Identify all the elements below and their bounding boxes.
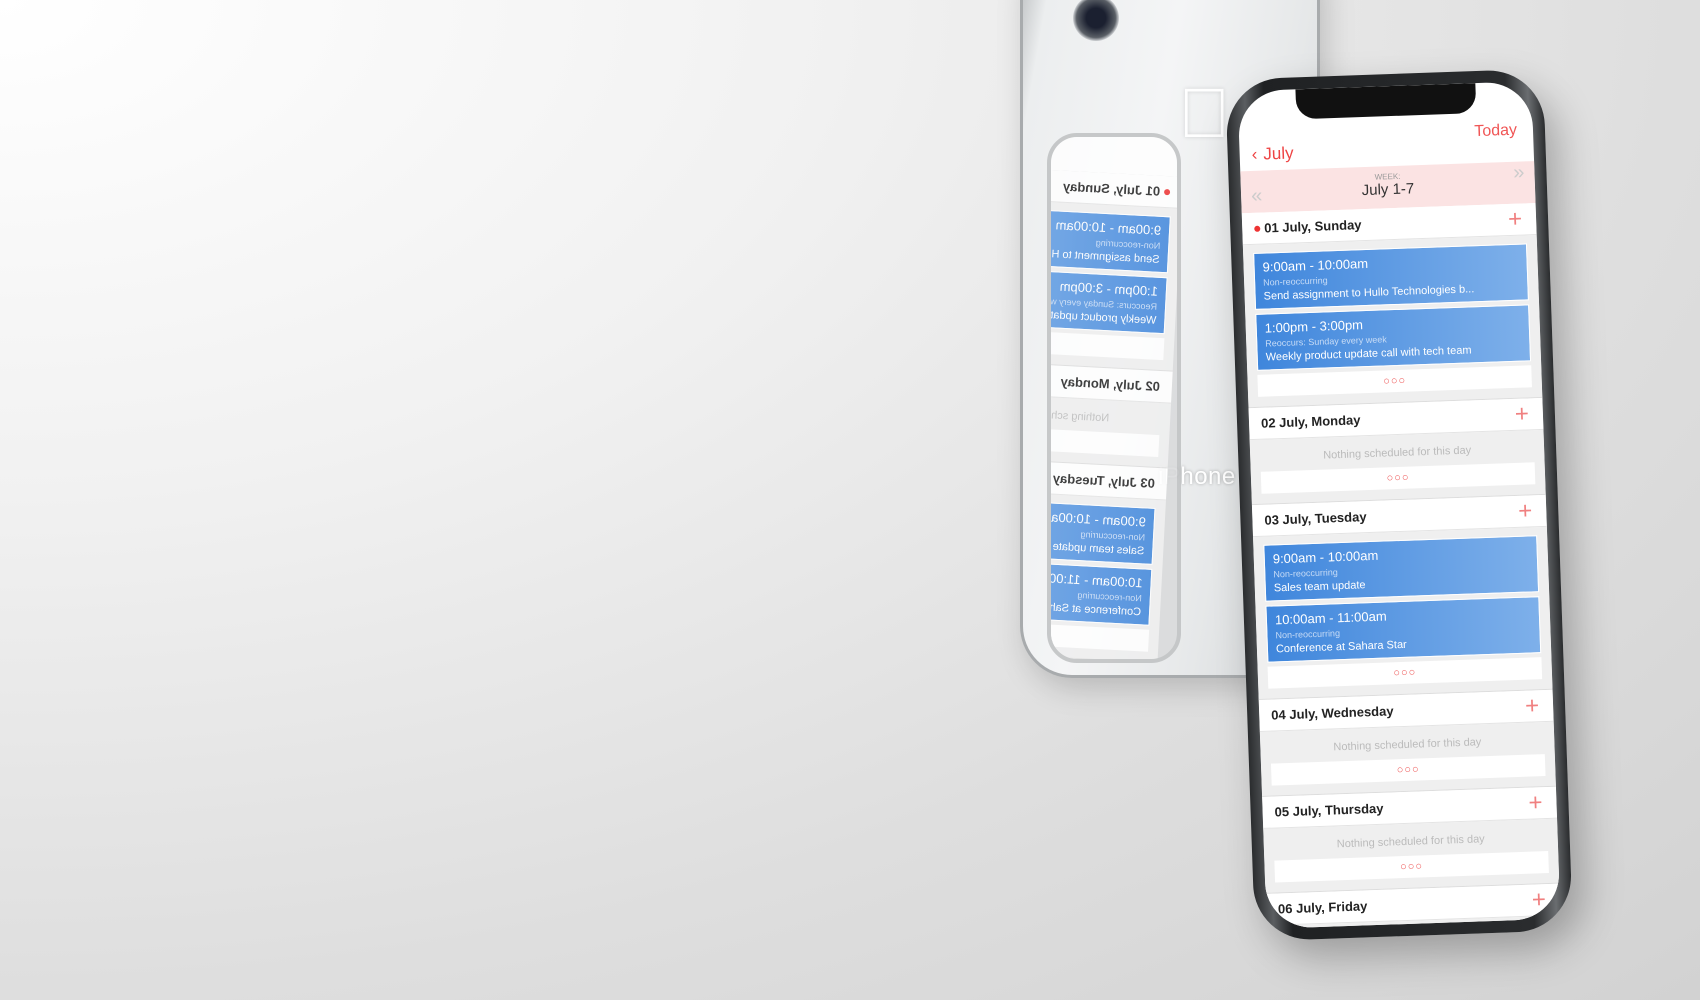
next-week-icon[interactable]: »: [1513, 161, 1525, 184]
empty-day-message: Nothing scheduled for this day: [1277, 924, 1552, 929]
day-title: 05 July, Thursday: [1274, 800, 1384, 820]
today-button[interactable]: Today: [1474, 122, 1517, 141]
day-body: Nothing scheduled for this day○○○: [1249, 429, 1546, 506]
previous-week-icon[interactable]: «: [1251, 185, 1263, 208]
event-card[interactable]: 1:00pm - 3:00pm Reoccurs: Sunday every we…: [1255, 304, 1532, 371]
screen-reflection: 01 July, Sunday+9:00am - 10:00amNon-reoc…: [1047, 133, 1181, 663]
calendar-screen: ‹ July Today « WEEK: July 1-7 » 01 July, …: [1237, 81, 1561, 929]
event-card[interactable]: 10:00am - 11:00am Non-reoccurring Conferen…: [1047, 555, 1153, 626]
event-time: 9:00am - 10:00am: [1047, 508, 1147, 530]
day-title: 06 July, Friday: [1277, 898, 1368, 917]
day-body: Nothing scheduled for this day○○○: [1259, 721, 1556, 797]
day-title: 01 July, Sunday: [1263, 217, 1362, 236]
event-time: 10:00am - 11:00am: [1047, 569, 1143, 591]
day-body: 9:00am - 10:00am Non-reoccurring Sales tea…: [1047, 486, 1166, 659]
event-card[interactable]: 9:00am - 10:00am Non-reoccurring Send assi…: [1051, 203, 1171, 274]
back-label: July: [1263, 143, 1294, 164]
event-time: 1:00pm - 3:00pm: [1059, 278, 1159, 299]
add-event-button[interactable]: +: [1525, 692, 1540, 720]
day-list: 01 July, Sunday +9:00am - 10:00am Non-reoc…: [1241, 203, 1561, 929]
day-title: 03 July, Tuesday: [1264, 509, 1367, 528]
camera-icon: [1073, 0, 1119, 41]
event-card[interactable]: 1:00pm - 3:00pm Reoccurs: Sunday every we…: [1051, 264, 1168, 335]
add-event-button[interactable]: +: [1528, 789, 1543, 817]
day-title: 01 July, Sunday: [1062, 178, 1161, 199]
event-card[interactable]: 10:00am - 11:00am Non-reoccurring Conferen…: [1265, 596, 1542, 663]
day-body: 9:00am - 10:00am Non-reoccurring Send assi…: [1051, 194, 1177, 372]
day-title: 02 July, Monday: [1060, 373, 1161, 395]
event-card[interactable]: 9:00am - 10:00am Non-reoccurring Sales tea…: [1263, 535, 1540, 602]
add-event-button[interactable]: +: [1531, 886, 1546, 914]
back-button[interactable]: ‹ July: [1251, 143, 1294, 164]
notch: [1295, 83, 1477, 120]
event-card[interactable]: 9:00am - 10:00am Non-reoccurring Sales tea…: [1047, 494, 1156, 565]
today-dot-icon: [1163, 188, 1171, 195]
day-title: 04 July, Wednesday: [1270, 703, 1394, 723]
event-card[interactable]: 9:00am - 10:00am Non-reoccurring Send assi…: [1253, 243, 1529, 310]
more-button[interactable]: ○○○: [1267, 657, 1543, 689]
day-title: 02 July, Monday: [1260, 412, 1361, 431]
apple-logo-icon: : [1178, 73, 1231, 153]
today-dot-icon: [1254, 225, 1261, 232]
add-event-button[interactable]: +: [1508, 205, 1523, 233]
nav-header: ‹ July Today: [1239, 117, 1534, 167]
more-button[interactable]: ○○○: [1257, 365, 1532, 397]
day-title: 03 July, Tuesday: [1052, 470, 1156, 491]
day-body: 9:00am - 10:00am Non-reoccurring Send assi…: [1242, 235, 1543, 409]
add-event-button[interactable]: +: [1518, 497, 1533, 525]
event-time: 9:00am - 10:00am: [1055, 217, 1162, 238]
add-event-button[interactable]: +: [1514, 400, 1529, 428]
day-body: Nothing scheduled for this day○○○: [1263, 818, 1560, 894]
chevron-left-icon: ‹: [1251, 144, 1258, 164]
day-body: 9:00am - 10:00am Non-reoccurring Sales tea…: [1253, 526, 1553, 701]
front-iphone: ‹ July Today « WEEK: July 1-7 » 01 July, …: [1225, 68, 1573, 942]
